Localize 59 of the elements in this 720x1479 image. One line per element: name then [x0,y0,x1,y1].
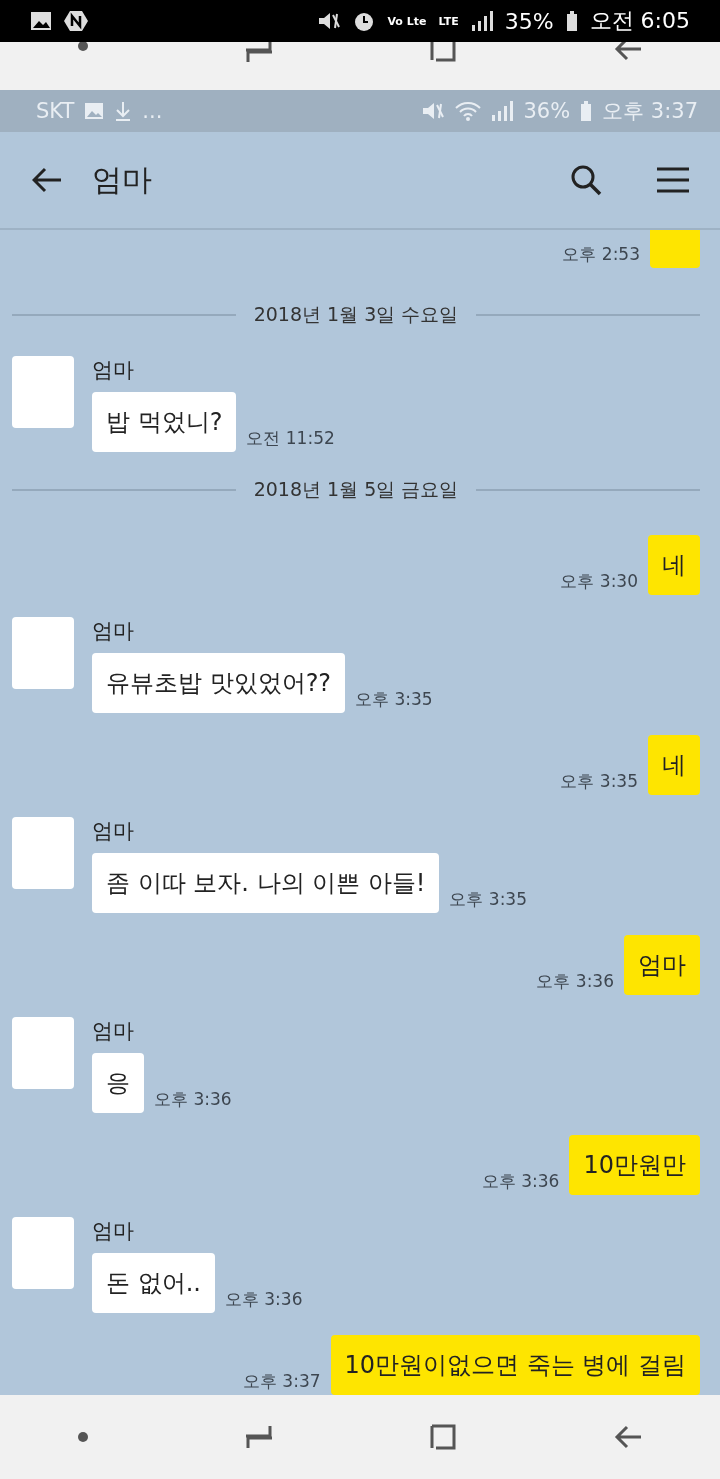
chat-title: 엄마 [92,160,153,199]
wifi-icon [455,101,482,121]
message-time: 오후 2:53 [562,243,640,266]
network-label: LTE [438,14,459,28]
volte-label: Vo Lte [387,14,427,28]
message-time: 오전 11:52 [246,426,335,450]
message-bubble: 좀 이따 보자. 나의 이쁜 아들! [92,853,440,913]
battery-percent: 35% [504,8,554,34]
sender-name: 엄마 [92,356,135,384]
back-arrow-icon[interactable] [32,167,62,193]
menu-icon[interactable] [656,166,690,194]
sender-name: 엄마 [92,818,135,845]
more-indicator: ... [142,99,163,123]
recent-apps-icon[interactable] [243,42,274,64]
recent-apps-icon[interactable] [243,1424,274,1450]
date-divider-label: 2018년 1월 5일 금요일 [253,476,459,502]
carrier-label: SKT [36,99,75,123]
message-time: 오후 3:30 [560,570,638,593]
clock: 오후 3:37 [602,98,698,125]
clock: 오전 6:05 [589,7,690,35]
message-bubble: 응 [92,1053,144,1113]
message-time: 오후 3:35 [560,770,638,793]
date-divider-label: 2018년 1월 3일 수요일 [253,302,459,328]
back-icon[interactable] [612,1424,643,1450]
battery-icon [565,11,578,31]
message-time: 오후 3:35 [449,888,527,911]
image-icon [30,11,52,31]
mute-icon [421,101,446,121]
message-bubble: 네 [648,735,700,795]
signal-icon [470,11,493,31]
alarm-icon [353,10,376,32]
hexagon-app-icon [64,10,88,32]
message-bubble: 돈 없어.. [92,1253,215,1313]
mute-icon [317,11,342,31]
dot-icon[interactable] [77,1431,90,1443]
signal-icon [491,101,514,121]
message-bubble: 네 [648,535,700,595]
message-bubble: 밥 먹었니? [92,391,237,452]
message-bubble: 유뷰초밥 맛있었어?? [92,653,346,713]
home-icon[interactable] [428,1422,459,1452]
battery-percent: 36% [523,99,571,123]
message-time: 오후 3:36 [481,1170,560,1193]
battery-icon [580,101,593,121]
download-icon [114,101,133,121]
home-icon[interactable] [428,42,459,64]
message-bubble: 엄마 [624,935,700,995]
message-bubble: 10만원만 [569,1135,700,1195]
sender-name: 엄마 [92,618,135,645]
message-time: 오후 3:35 [355,688,433,711]
message-time: 오후 3:37 [242,1370,321,1393]
sender-name: 엄마 [92,1018,135,1045]
message-time: 오후 3:36 [224,1288,303,1311]
sender-name: 엄마 [92,1218,135,1245]
search-icon[interactable] [570,164,602,196]
message-bubble: 10만원이없으면 죽는 병에 걸림 [330,1335,700,1395]
message-time: 오후 3:36 [536,970,614,993]
image-icon [84,102,105,120]
message-time: 오후 3:36 [154,1088,232,1111]
back-icon[interactable] [612,42,643,62]
